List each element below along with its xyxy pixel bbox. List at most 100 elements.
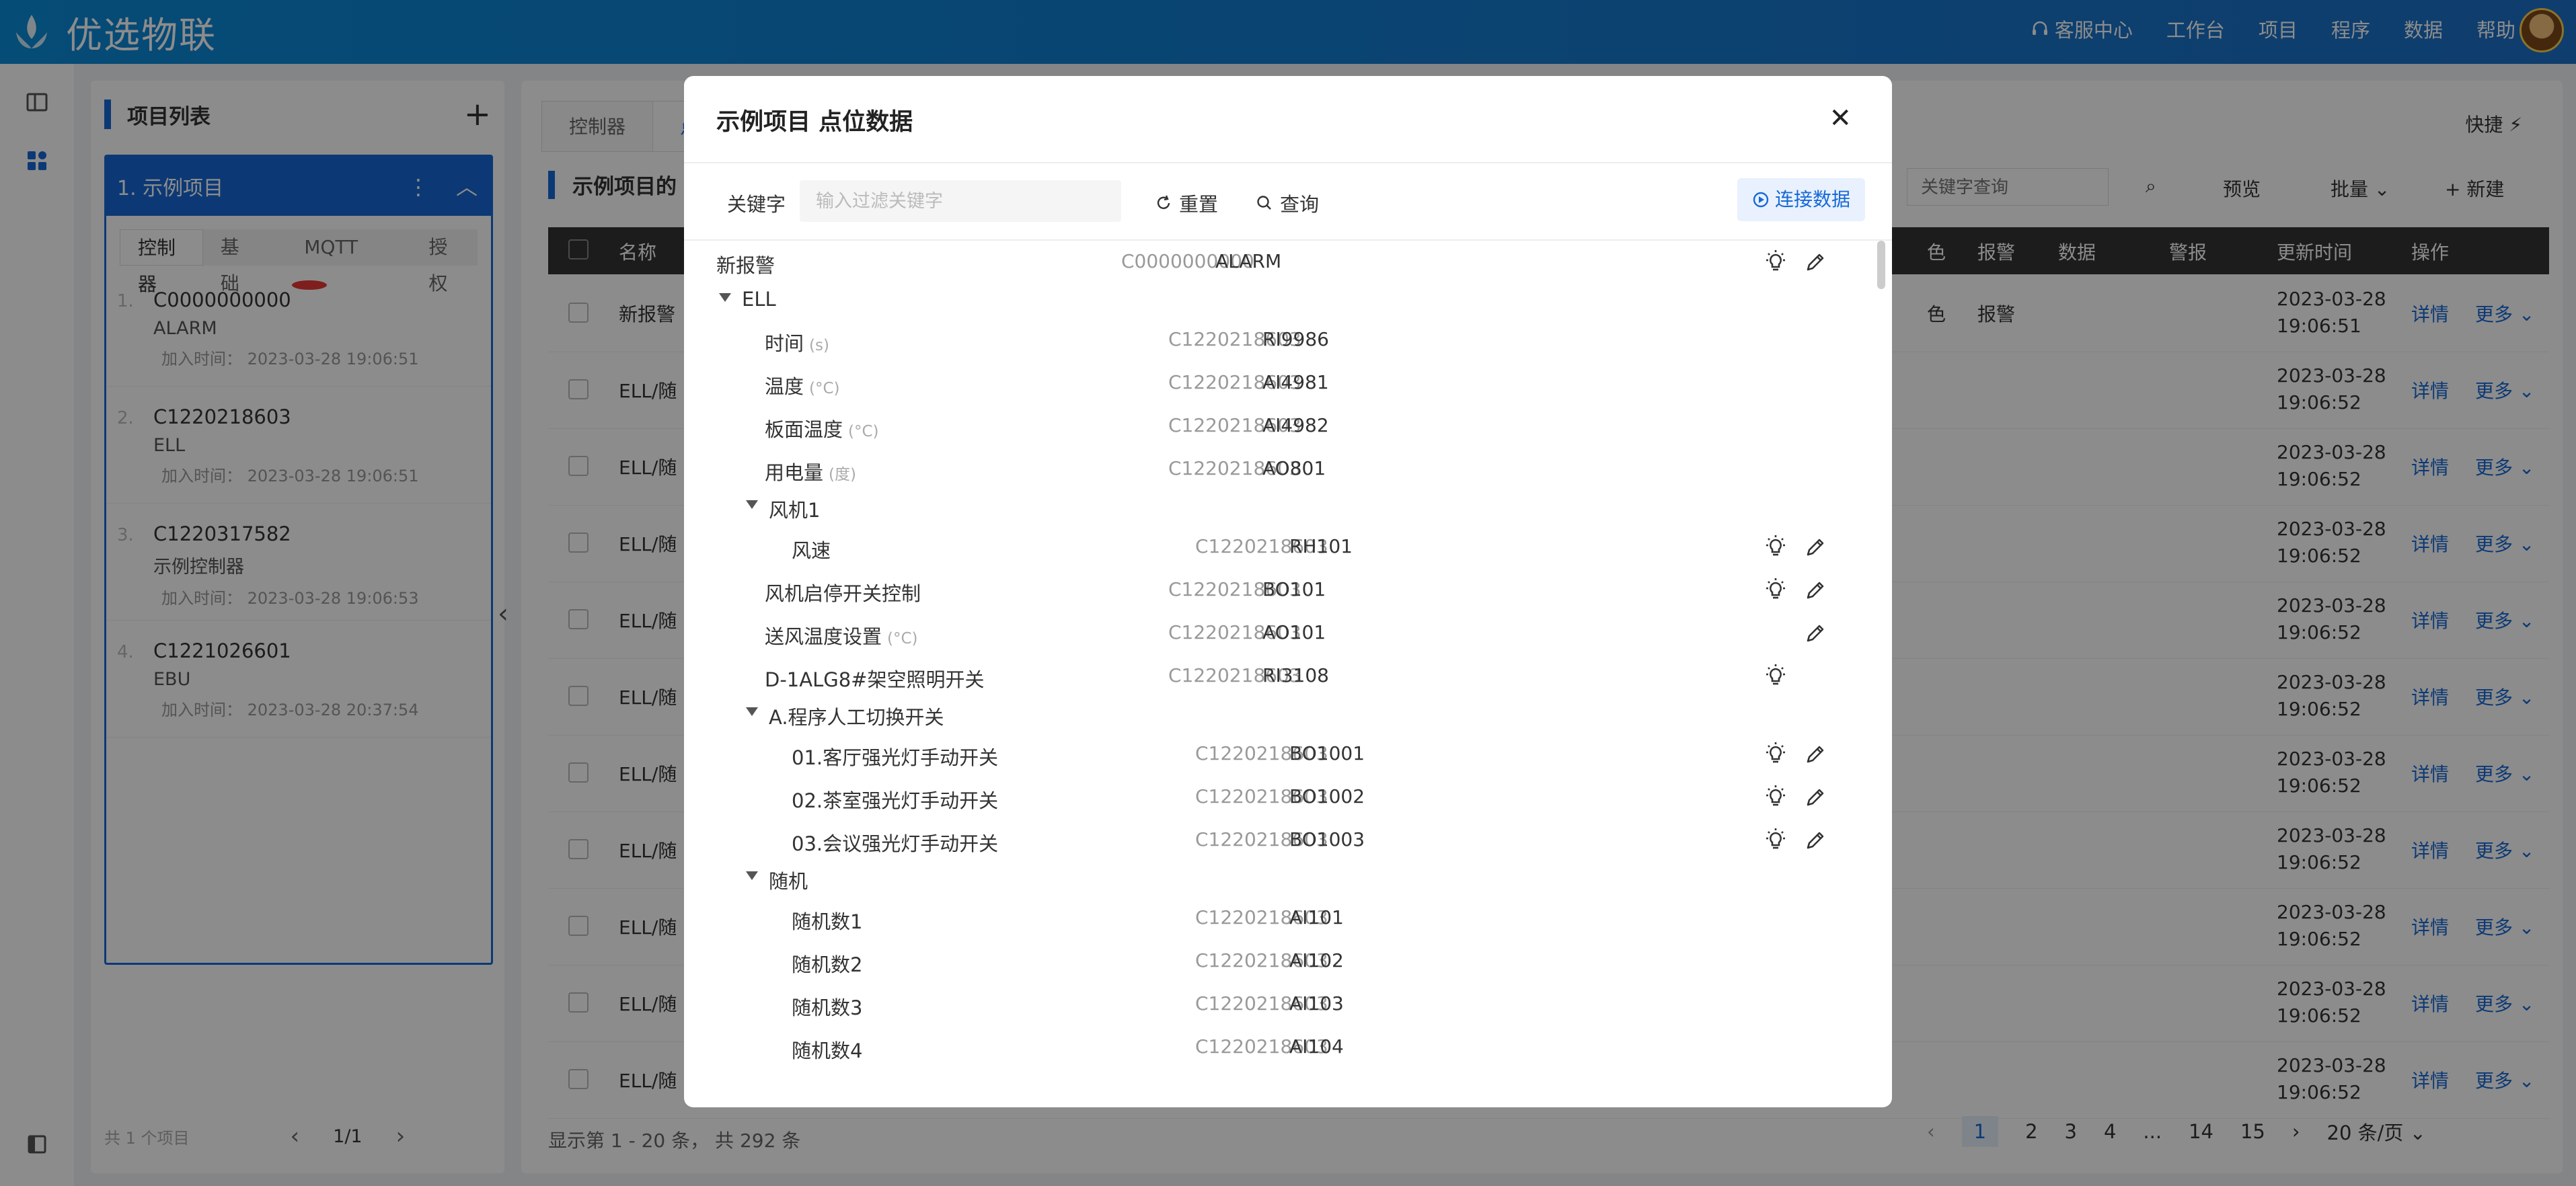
point-code: AI101 [1289, 906, 1344, 928]
tree-point-row[interactable]: D-1ALG8#架空照明开关 C1220218603 RI3108 [684, 655, 1881, 698]
point-code: RI9986 [1262, 328, 1329, 350]
point-code: BO101 [1262, 578, 1326, 600]
tree-point-row[interactable]: 时间 (s) C1220218603 RI9986 [684, 319, 1881, 362]
point-name: 新报警 [716, 254, 775, 277]
reset-button[interactable]: 重置 [1155, 189, 1218, 217]
point-name: D-1ALG8#架空照明开关 [765, 668, 985, 691]
tree-point-row[interactable]: 风机启停开关控制 C1220218603 BO101 [684, 569, 1881, 612]
edit-pencil-icon[interactable] [1802, 577, 1829, 604]
keyword-filter-input[interactable] [800, 180, 1121, 222]
tree-point-row[interactable]: 随机数1 C1220218603 AI101 [684, 897, 1881, 940]
point-code: RI3108 [1262, 664, 1329, 686]
point-name: 03.会议强光灯手动开关 [792, 832, 999, 855]
edit-pencil-icon[interactable] [1802, 534, 1829, 561]
point-label: 02.茶室强光灯手动开关 [792, 785, 998, 814]
point-label: 新报警 [716, 250, 775, 278]
point-code: AI104 [1289, 1035, 1344, 1058]
tree-point-row[interactable]: 02.茶室强光灯手动开关 C1220218603 BO1002 [684, 776, 1881, 819]
point-label: 用电量 (度) [765, 457, 856, 485]
lightbulb-icon[interactable] [1762, 741, 1789, 768]
point-name: 02.茶室强光灯手动开关 [792, 789, 999, 812]
point-label: 03.会议强光灯手动开关 [792, 828, 998, 857]
point-label: 01.客厅强光灯手动开关 [792, 742, 998, 770]
point-tree: 新报警 C0000000000 ALARM ELL 时间 (s) C1220218603 RI… [684, 241, 1881, 1107]
edit-pencil-icon[interactable] [1802, 741, 1829, 768]
lightbulb-icon[interactable] [1762, 827, 1789, 854]
point-label: 随机数1 [792, 906, 862, 935]
point-label: 送风温度设置 (°C) [765, 621, 918, 649]
point-unit: (s) [809, 337, 829, 354]
group-label: 风机1 [769, 499, 821, 522]
point-name: 风机启停开关控制 [765, 582, 921, 605]
filter-bar: 关键字 重置 查询 连接数据 [684, 163, 1892, 241]
caret-down-icon[interactable] [746, 707, 758, 716]
lightbulb-icon[interactable] [1762, 249, 1789, 276]
tree-group[interactable]: ELL [684, 284, 1881, 319]
point-name: 时间 [765, 332, 804, 355]
keyword-label: 关键字 [727, 193, 786, 216]
edit-pencil-icon[interactable] [1802, 784, 1829, 811]
tree-point-row[interactable]: 送风温度设置 (°C) C1220218603 AO101 [684, 612, 1881, 655]
point-label: 风速 [792, 535, 831, 563]
search-icon [1257, 196, 1271, 210]
tree-point-row[interactable]: 随机数2 C1220218603 AI102 [684, 940, 1881, 983]
point-code: AI103 [1289, 992, 1344, 1015]
tree-group[interactable]: 随机 [684, 862, 1881, 897]
point-name: 随机数1 [792, 910, 863, 933]
tree-point-row[interactable]: 随机数4 C1220218603 AI104 [684, 1026, 1881, 1069]
modal-title: 示例项目 点位数据 [716, 109, 913, 136]
point-label: 温度 (°C) [765, 371, 840, 399]
point-code: AI4982 [1262, 414, 1329, 436]
point-name: 风速 [792, 539, 831, 562]
point-label: 随机数3 [792, 992, 862, 1021]
group-label: A.程序人工切换开关 [769, 706, 944, 729]
point-code: BO1002 [1289, 785, 1365, 807]
point-code: RH101 [1289, 535, 1353, 557]
group-label: 随机 [769, 870, 808, 893]
tree-point-row[interactable]: 随机数3 C1220218603 AI103 [684, 983, 1881, 1026]
modal-header: 示例项目 点位数据 ✕ [684, 76, 1892, 163]
connect-data-button[interactable]: 连接数据 [1737, 178, 1865, 221]
lightbulb-icon[interactable] [1762, 534, 1789, 561]
tree-point-row[interactable]: 03.会议强光灯手动开关 C1220218603 BO1003 [684, 819, 1881, 862]
tree-point-row[interactable]: 01.客厅强光灯手动开关 C1220218603 BO1001 [684, 733, 1881, 776]
point-label: 风机启停开关控制 [765, 578, 921, 606]
lightbulb-icon[interactable] [1762, 784, 1789, 811]
tree-point-row[interactable]: 板面温度 (°C) C1220218603 AI4982 [684, 405, 1881, 448]
tree-point-row[interactable]: 用电量 (度) C1220218603 AO801 [684, 448, 1881, 491]
query-button[interactable]: 查询 [1256, 189, 1319, 217]
close-icon[interactable]: ✕ [1829, 103, 1852, 134]
point-code: BO1003 [1289, 828, 1365, 851]
tree-point-row[interactable]: 风速 C1220218603 RH101 [684, 526, 1881, 569]
point-name: 随机数4 [792, 1039, 863, 1062]
edit-pencil-icon[interactable] [1802, 620, 1829, 647]
point-code: BO1001 [1289, 742, 1365, 764]
point-unit: (°C) [848, 423, 879, 440]
point-name: 送风温度设置 [765, 625, 882, 648]
group-label: ELL [742, 288, 776, 311]
point-name: 01.客厅强光灯手动开关 [792, 746, 999, 769]
refresh-icon [1157, 195, 1170, 209]
point-code: AO101 [1262, 621, 1326, 643]
scrollbar[interactable] [1877, 241, 1885, 289]
point-code: AI4981 [1262, 371, 1329, 393]
caret-down-icon[interactable] [746, 500, 758, 509]
tree-group[interactable]: A.程序人工切换开关 [684, 698, 1881, 733]
tree-group[interactable]: 风机1 [684, 491, 1881, 526]
tree-point-row[interactable]: 温度 (°C) C1220218603 AI4981 [684, 362, 1881, 405]
point-name: 温度 [765, 375, 804, 398]
point-code: AO801 [1262, 457, 1326, 479]
tree-point-row[interactable]: 新报警 C0000000000 ALARM [684, 241, 1881, 284]
caret-down-icon[interactable] [746, 871, 758, 880]
edit-pencil-icon[interactable] [1802, 249, 1829, 276]
query-label: 查询 [1280, 193, 1320, 216]
lightbulb-icon[interactable] [1762, 577, 1789, 604]
lightbulb-icon[interactable] [1762, 663, 1789, 690]
play-circle-icon [1753, 192, 1769, 208]
edit-pencil-icon[interactable] [1802, 827, 1829, 854]
point-name: 随机数3 [792, 996, 863, 1019]
point-name: 用电量 [765, 461, 824, 484]
caret-down-icon[interactable] [719, 293, 731, 302]
point-label: D-1ALG8#架空照明开关 [765, 664, 984, 693]
point-data-modal: 示例项目 点位数据 ✕ 关键字 重置 查询 连接数据 新报警C000000000… [684, 76, 1892, 1107]
